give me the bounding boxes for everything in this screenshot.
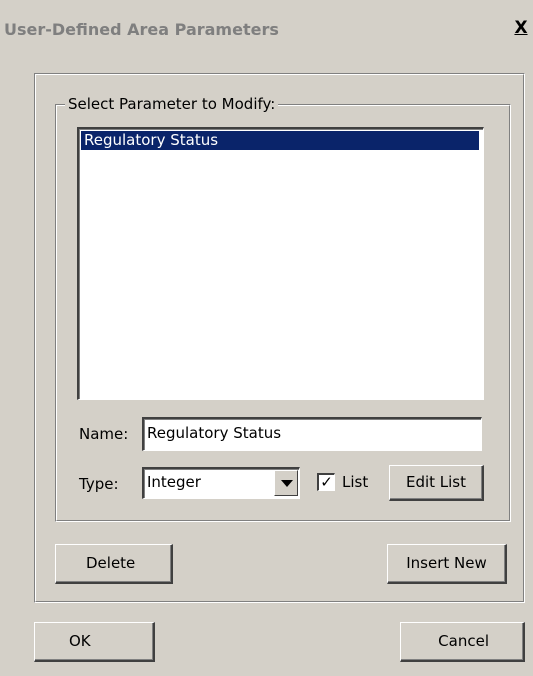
edit-list-button[interactable]: Edit List <box>389 465 484 501</box>
delete-button[interactable]: Delete <box>55 544 173 584</box>
type-label: Type: <box>79 475 119 493</box>
insert-new-button[interactable]: Insert New <box>387 544 507 584</box>
dialog-window: User-Defined Area Parameters X Select Pa… <box>0 0 533 676</box>
list-checkbox[interactable]: ✓ <box>317 473 335 491</box>
groupbox-label: Select Parameter to Modify: <box>65 95 279 113</box>
chevron-down-icon[interactable] <box>274 470 298 496</box>
parameter-listbox[interactable]: Regulatory Status <box>77 127 484 400</box>
close-icon: X <box>514 18 528 38</box>
ok-button[interactable]: OK <box>34 622 155 662</box>
checkmark-icon: ✓ <box>320 473 333 491</box>
type-select[interactable]: Integer <box>142 467 300 499</box>
close-button[interactable]: X <box>512 18 530 38</box>
dialog-title: User-Defined Area Parameters <box>4 20 279 39</box>
list-item[interactable]: Regulatory Status <box>81 131 479 150</box>
title-bar[interactable]: User-Defined Area Parameters X <box>0 0 533 39</box>
type-select-value: Integer <box>147 473 201 491</box>
list-checkbox-label[interactable]: List <box>342 473 368 491</box>
name-field[interactable]: Regulatory Status <box>142 417 482 451</box>
cancel-button[interactable]: Cancel <box>400 622 525 662</box>
name-label: Name: <box>79 425 129 443</box>
